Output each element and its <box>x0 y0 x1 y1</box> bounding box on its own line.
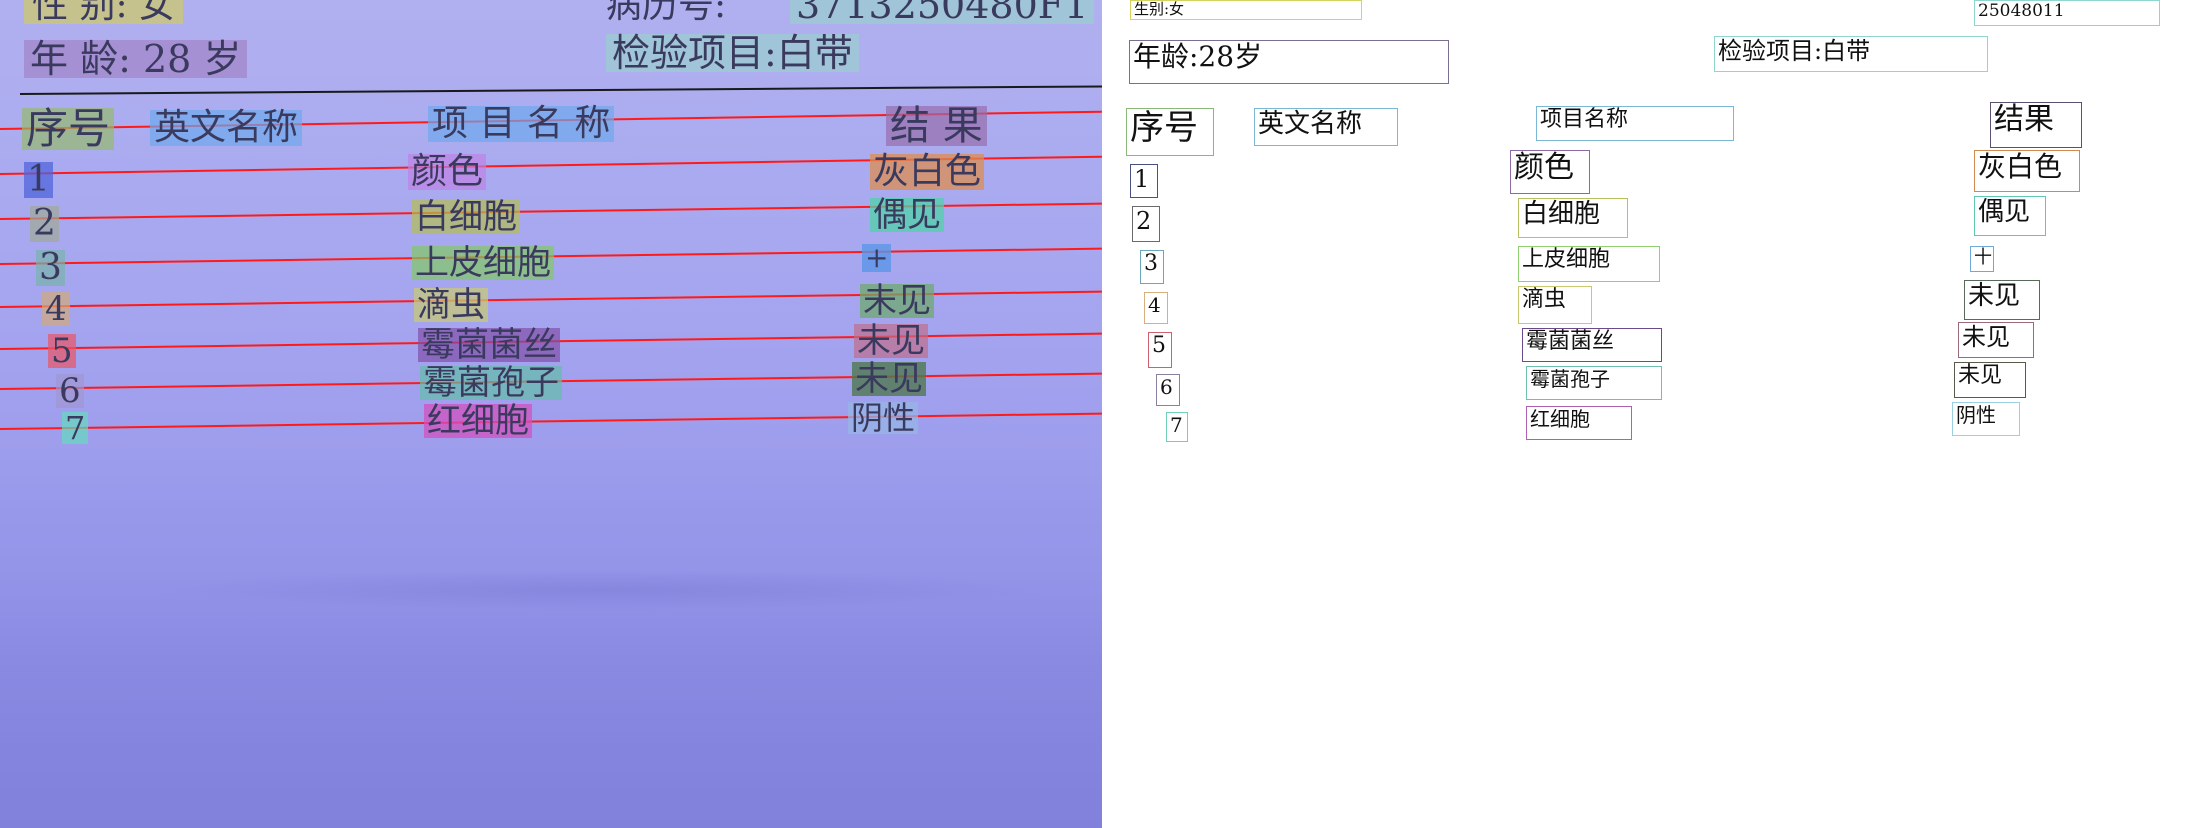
row-result: 未见 <box>854 324 928 358</box>
ocr-col-english: 英文名称 <box>1254 108 1398 146</box>
row-result: 阴性 <box>848 402 919 434</box>
ocr-row-result: 十 <box>1970 246 1994 272</box>
ocr-row-no: 7 <box>1166 412 1188 442</box>
ocr-row-result: 未见 <box>1954 362 2026 398</box>
row-result: 未见 <box>860 284 934 318</box>
ocr-row-no: 2 <box>1132 206 1160 242</box>
row-result: 未见 <box>852 362 926 396</box>
record-label: 病历号: <box>606 0 727 26</box>
row-item-name: 红细胞 <box>424 404 532 438</box>
header-divider <box>19 85 1102 95</box>
ocr-record: 25048011 <box>1974 0 2160 26</box>
ocr-row-result: 阴性 <box>1952 402 2020 436</box>
ocr-row-item-name: 滴虫 <box>1518 286 1592 324</box>
ocr-row-no: 5 <box>1148 332 1172 368</box>
row-item-name: 上皮细胞 <box>412 246 554 280</box>
row-no: 7 <box>62 412 89 444</box>
record-value: 3713250480F1 <box>790 0 1095 24</box>
age-text: 年 龄: 28 岁 <box>24 40 248 78</box>
ocr-row-no: 1 <box>1130 164 1158 198</box>
row-item-name: 滴虫 <box>414 288 488 322</box>
row-no: 1 <box>24 162 53 198</box>
row-item-name: 颜色 <box>408 154 487 190</box>
ocr-gender: 生别:女 <box>1130 0 1362 20</box>
ocr-row-no: 3 <box>1140 250 1164 284</box>
red-rule <box>0 412 1102 430</box>
ocr-test: 检验项目:白带 <box>1714 36 1988 72</box>
ocr-row-result: 未见 <box>1964 280 2040 320</box>
ocr-col-result: 结果 <box>1990 102 2082 148</box>
ocr-row-result: 未见 <box>1958 322 2034 358</box>
row-no: 2 <box>30 206 59 242</box>
row-item-name: 霉菌菌丝 <box>418 328 560 362</box>
row-no: 3 <box>36 250 65 286</box>
gender-text: 性 别: 女 <box>24 0 184 24</box>
row-no: 6 <box>56 374 84 408</box>
photo-panel: 性 别: 女 年 龄: 28 岁 病历号: 3713250480F1 检验项目:… <box>0 0 1102 828</box>
red-rule <box>0 290 1102 308</box>
row-item-name: 白细胞 <box>412 200 520 234</box>
col-result: 结 果 <box>886 106 987 146</box>
ocr-age: 年龄:28岁 <box>1129 40 1449 84</box>
ocr-col-item: 项目名称 <box>1536 106 1734 141</box>
ocr-row-result: 灰白色 <box>1974 150 2080 192</box>
row-result: 偶见 <box>870 198 944 232</box>
ocr-row-no: 6 <box>1156 374 1180 406</box>
ocr-col-no: 序号 <box>1126 108 1214 156</box>
row-no: 4 <box>42 292 70 326</box>
row-result: + <box>862 244 892 272</box>
col-item: 项 目 名 称 <box>428 106 615 142</box>
ocr-row-item-name: 霉菌菌丝 <box>1522 328 1662 362</box>
col-no: 序号 <box>22 108 115 150</box>
ocr-panel: 生别:女 25048011 年龄:28岁 检验项目:白带 序号 英文名称 项目名… <box>1102 0 2208 828</box>
row-result: 灰白色 <box>870 154 985 190</box>
ocr-row-item-name: 红细胞 <box>1526 406 1632 440</box>
row-item-name: 霉菌孢子 <box>420 366 562 400</box>
row-no: 5 <box>48 334 76 368</box>
test-text: 检验项目:白带 <box>606 34 859 72</box>
ocr-row-item-name: 白细胞 <box>1518 198 1628 238</box>
ocr-row-item-name: 上皮细胞 <box>1518 246 1660 282</box>
ocr-row-item-name: 霉菌孢子 <box>1526 366 1662 400</box>
paper-shadow <box>0 590 1102 828</box>
ocr-row-item-name: 颜色 <box>1510 150 1590 194</box>
col-english: 英文名称 <box>150 110 303 146</box>
ocr-row-result: 偶见 <box>1974 196 2046 236</box>
ocr-row-no: 4 <box>1144 292 1168 324</box>
